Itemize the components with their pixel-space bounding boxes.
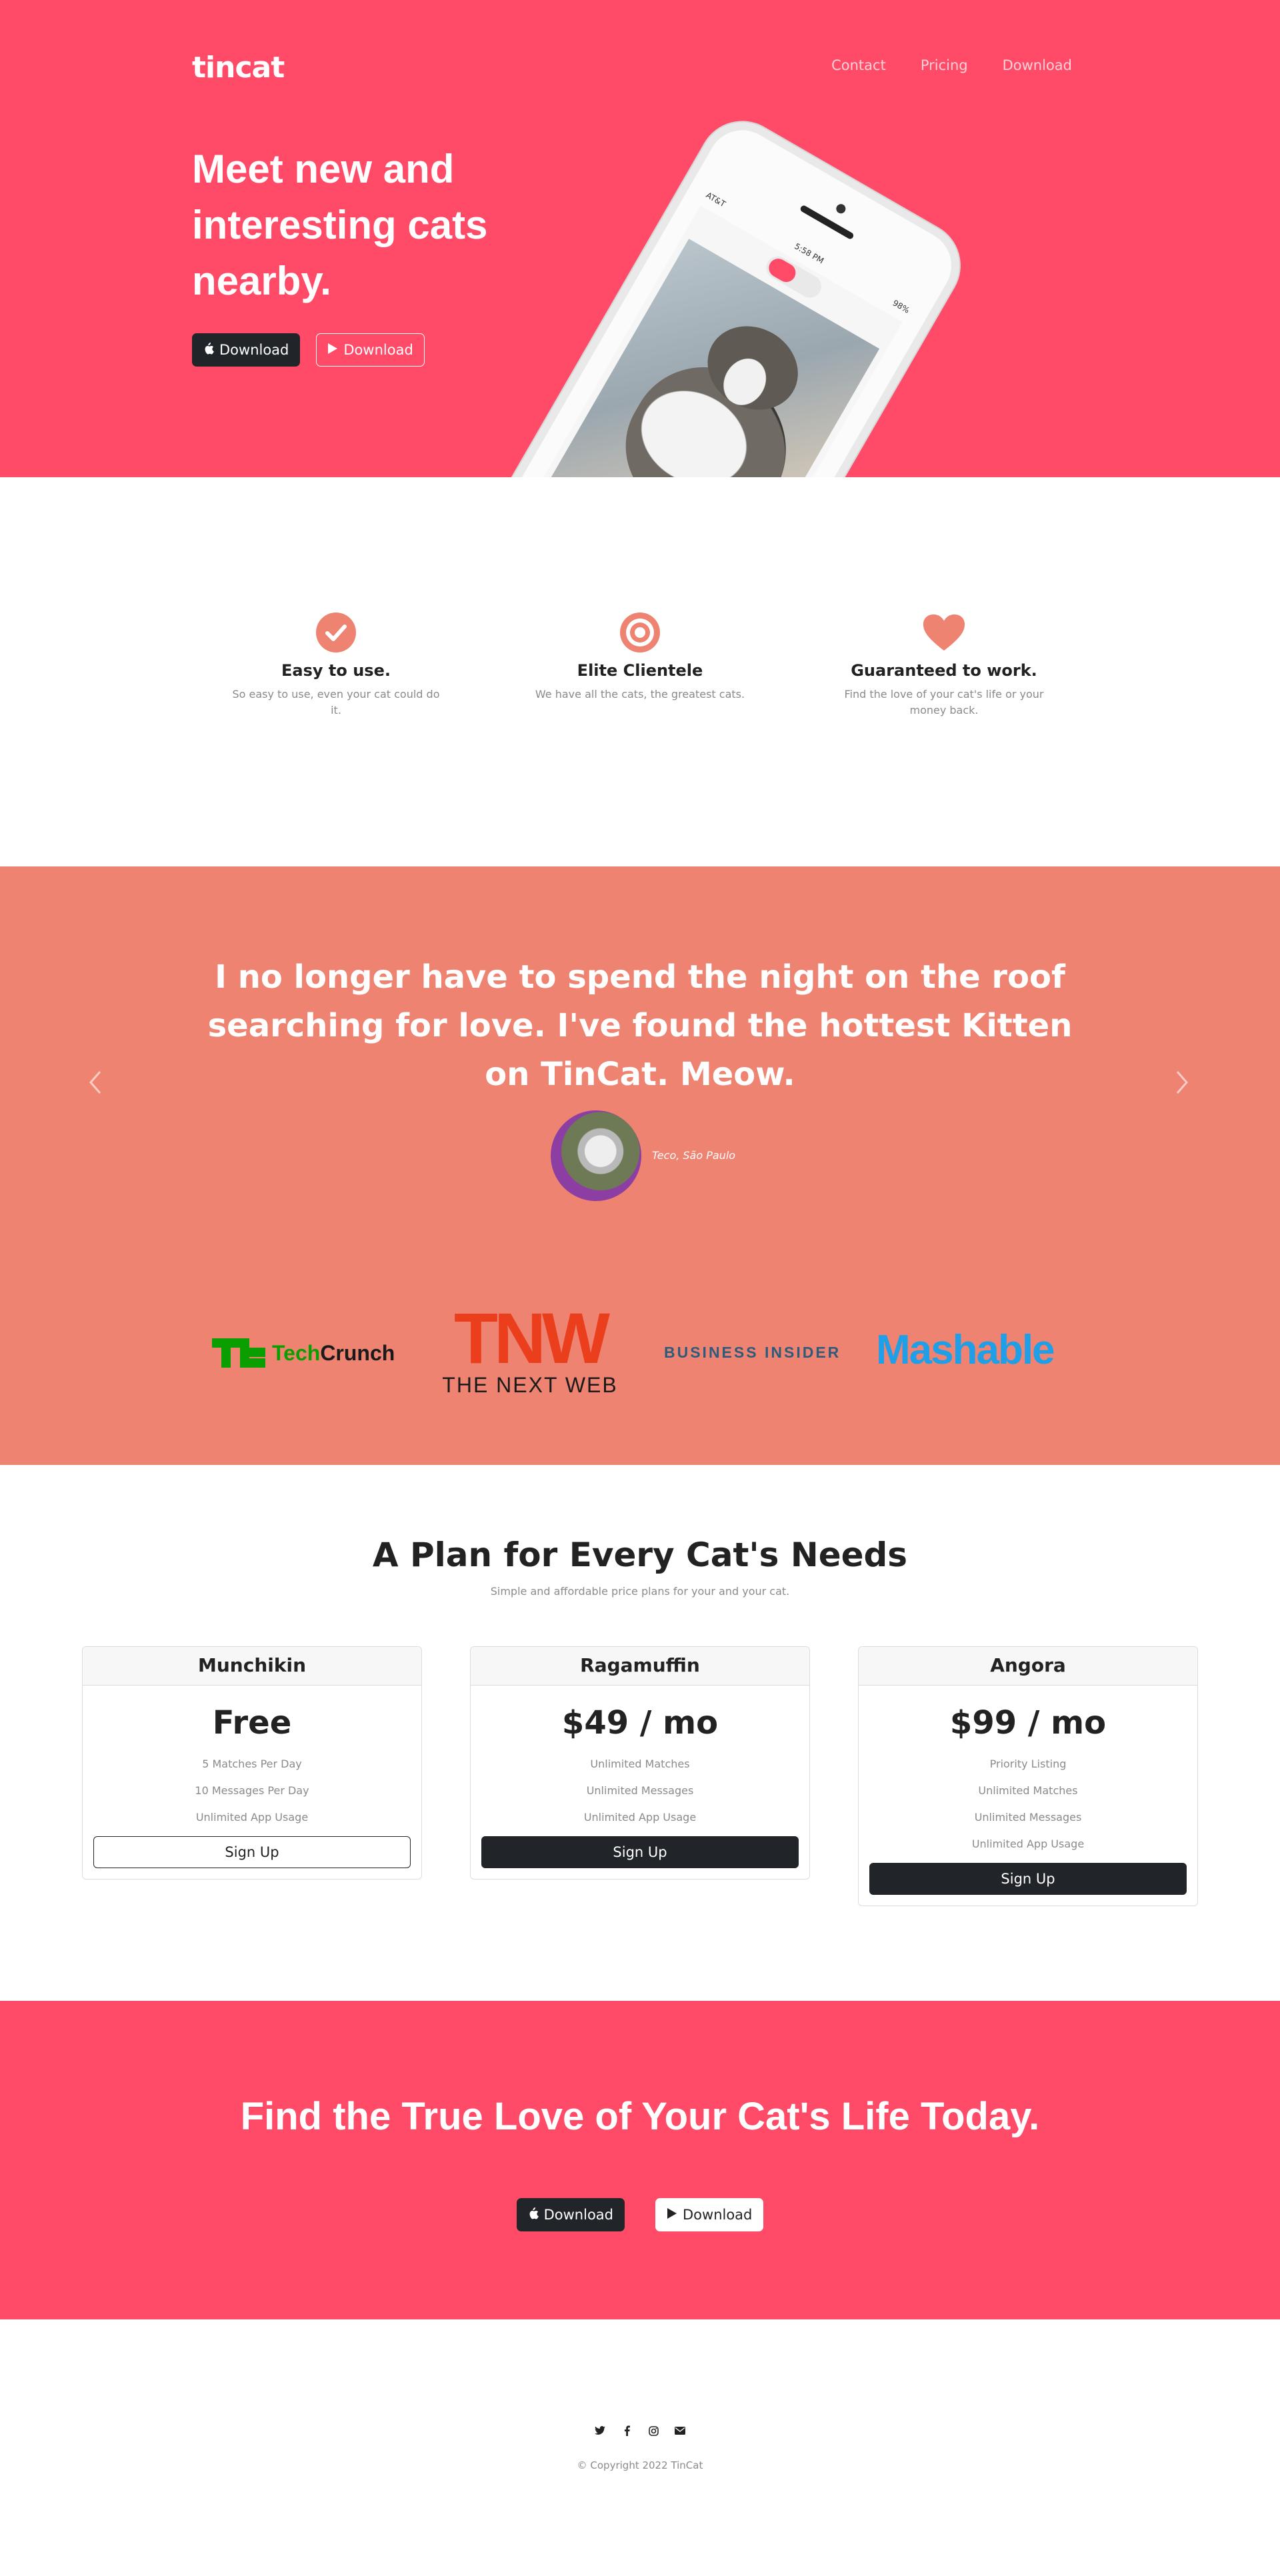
techcrunch-name-b: Crunch (320, 1340, 395, 1365)
plan-card-angora: Angora $99 / mo Priority Listing Unlimit… (858, 1646, 1198, 1906)
press-logos: Tech Crunch TNW THE NEXT WEB BUSINESS INS… (0, 1298, 1280, 1400)
plan-feature: Unlimited Messages (586, 1784, 694, 1797)
apple-icon (528, 2207, 539, 2223)
business-insider-logo: BUSINESS INSIDER (664, 1344, 841, 1361)
phone-carrier: AT&T (704, 190, 727, 209)
tnw-logo-text: THE NEXT WEB (442, 1373, 618, 1397)
play-icon (327, 343, 338, 358)
feature-text: So easy to use, even your cat could do i… (232, 688, 440, 716)
plan-feature: Unlimited Matches (590, 1758, 690, 1770)
cta-title: Find the True Love of Your Cat's Life To… (240, 2095, 1040, 2138)
sign-up-button[interactable]: Sign Up (869, 1863, 1187, 1895)
hero-buttons: Download Download (192, 333, 425, 367)
testimonial-author: Teco, São Paulo (652, 1149, 736, 1162)
plan-price: $49 / mo (561, 1704, 719, 1742)
plan-price: Free (212, 1704, 292, 1742)
plan-name: Munchikin (83, 1647, 421, 1686)
tnw-logo: TNW THE NEXT WEB (433, 1298, 627, 1398)
plan-feature: 10 Messages Per Day (195, 1784, 309, 1797)
plan-name: Ragamuffin (471, 1647, 809, 1686)
app-store-download-button[interactable]: Download (516, 2198, 625, 2231)
plan-name: Angora (859, 1647, 1197, 1686)
phone-speaker (799, 204, 855, 241)
plan-feature: Unlimited App Usage (195, 1811, 309, 1824)
footer: © Copyright 2022 TinCat (0, 2319, 1280, 2576)
plan-card-munchikin: Munchikin Free 5 Matches Per Day 10 Mess… (82, 1646, 422, 1880)
heart-icon (922, 611, 966, 654)
google-play-download-button[interactable]: Download (316, 333, 425, 367)
feature-text: We have all the cats, the greatest cats. (535, 688, 745, 700)
plan-features: 5 Matches Per Day 10 Messages Per Day Un… (83, 1751, 421, 1831)
google-play-download-button[interactable]: Download (655, 2198, 764, 2231)
download-label: Download (343, 342, 413, 358)
feature-easy: Easy to use. So easy to use, even your c… (229, 611, 443, 718)
copyright: © Copyright 2022 TinCat (577, 2459, 703, 2471)
download-label: Download (683, 2207, 753, 2223)
carousel-next-icon[interactable] (1175, 1066, 1191, 1104)
facebook-icon[interactable] (621, 2425, 633, 2437)
play-icon (667, 2207, 677, 2223)
nav-contact[interactable]: Contact (831, 57, 886, 73)
social-links (0, 2425, 1280, 2437)
twitter-icon[interactable] (594, 2425, 606, 2437)
target-icon (618, 611, 662, 654)
plan-feature: Unlimited Matches (978, 1784, 1078, 1797)
cat-photo (545, 239, 880, 477)
sign-up-button[interactable]: Sign Up (93, 1836, 411, 1868)
feature-title: Guaranteed to work. (851, 661, 1037, 680)
techcrunch-logo: Tech Crunch (212, 1338, 395, 1368)
feature-elite: Elite Clientele We have all the cats, th… (533, 611, 747, 702)
plan-features: Unlimited Matches Unlimited Messages Unl… (471, 1751, 809, 1831)
nav-download[interactable]: Download (1003, 57, 1072, 73)
testimonial-quote: I no longer have to spend the night on t… (207, 958, 1073, 1093)
pricing-title: A Plan for Every Cat's Needs (372, 1536, 908, 1574)
feature-title: Easy to use. (281, 661, 391, 680)
plan-feature: Unlimited App Usage (971, 1838, 1085, 1850)
cta-buttons: Download Download (0, 2198, 1280, 2231)
techcrunch-mark (212, 1338, 265, 1368)
app-store-download-button[interactable]: Download (192, 333, 301, 367)
feature-text: Find the love of your cat's life or your… (844, 688, 1044, 716)
plan-feature: Unlimited Messages (974, 1811, 1082, 1824)
apple-icon (203, 342, 214, 358)
hero-title: Meet new and interesting cats nearby. (192, 147, 488, 303)
feature-guaranteed: Guaranteed to work. Find the love of you… (837, 611, 1051, 718)
tnw-logo-mark: TNW (454, 1298, 610, 1378)
plan-feature: 5 Matches Per Day (202, 1758, 302, 1770)
envelope-icon[interactable] (674, 2425, 686, 2437)
brand-logo[interactable]: tincat (192, 51, 285, 85)
plan-feature: Priority Listing (989, 1758, 1067, 1770)
sign-up-button[interactable]: Sign Up (481, 1836, 799, 1868)
pricing-subtitle: Simple and affordable price plans for yo… (490, 1585, 790, 1598)
features-section: Easy to use. So easy to use, even your c… (0, 477, 1280, 866)
check-circle-icon (314, 611, 358, 654)
hero-section: tincat Contact Pricing Download Meet new… (0, 0, 1280, 477)
pricing-section: A Plan for Every Cat's Needs Simple and … (0, 1465, 1280, 2001)
download-label: Download (219, 342, 289, 358)
plan-price: $99 / mo (949, 1704, 1107, 1742)
phone-battery: 98% (891, 298, 911, 315)
testimonial-section: I no longer have to spend the night on t… (0, 866, 1280, 1465)
instagram-icon[interactable] (647, 2425, 659, 2437)
techcrunch-name-a: Tech (272, 1340, 321, 1365)
nav-pricing[interactable]: Pricing (921, 57, 968, 73)
avatar (551, 1110, 641, 1201)
phone-camera (834, 202, 847, 215)
phone-screen (507, 205, 903, 477)
cta-section: Find the True Love of Your Cat's Life To… (0, 2001, 1280, 2319)
top-nav: Contact Pricing Download (831, 57, 1072, 73)
plan-feature: Unlimited App Usage (583, 1811, 697, 1824)
feature-title: Elite Clientele (577, 661, 703, 680)
plan-features: Priority Listing Unlimited Matches Unlim… (859, 1751, 1197, 1858)
plan-card-ragamuffin: Ragamuffin $49 / mo Unlimited Matches Un… (470, 1646, 810, 1880)
carousel-prev-icon[interactable] (87, 1066, 103, 1104)
download-label: Download (543, 2207, 613, 2223)
mashable-logo: Mashable (876, 1327, 1055, 1373)
